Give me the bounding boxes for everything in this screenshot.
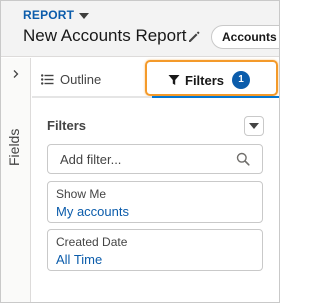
filter-label: Created Date <box>56 235 128 249</box>
chevron-right-icon[interactable] <box>11 69 21 79</box>
report-header: REPORT New Accounts Report Accounts <box>1 1 279 57</box>
search-icon <box>236 152 250 166</box>
funnel-icon <box>168 75 180 85</box>
caret-down-icon <box>249 123 259 129</box>
filter-card-created-date[interactable]: Created Date All Time <box>47 229 263 271</box>
filters-menu-button[interactable] <box>244 116 264 136</box>
list-icon <box>41 74 54 85</box>
filters-panel: Filters Show Me My accounts Created Date… <box>32 100 279 302</box>
report-builder-window: REPORT New Accounts Report Accounts Fiel… <box>0 0 280 303</box>
caret-down-icon <box>79 12 90 19</box>
report-type-menu[interactable]: REPORT <box>23 8 90 22</box>
fields-rail-label[interactable]: Fields <box>6 86 22 166</box>
add-filter-input[interactable] <box>48 145 234 173</box>
tab-outline-label: Outline <box>60 72 102 87</box>
filter-value: All Time <box>56 252 103 267</box>
active-tab-indicator <box>152 96 279 98</box>
filter-count-badge: 1 <box>232 71 251 89</box>
report-title: New Accounts Report <box>23 26 187 45</box>
panel-tabs: Outline Filters 1 <box>32 58 279 98</box>
tab-filters-label: Filters <box>185 72 225 88</box>
filter-card-show-me[interactable]: Show Me My accounts <box>47 181 263 223</box>
tab-outline[interactable]: Outline <box>41 72 101 87</box>
filter-value: My accounts <box>56 204 129 219</box>
pencil-icon[interactable] <box>187 30 201 44</box>
add-filter-box[interactable] <box>47 144 263 174</box>
fields-rail[interactable]: Fields <box>1 58 31 302</box>
report-type-chip[interactable]: Accounts <box>211 25 279 49</box>
tab-filters[interactable]: Filters 1 <box>168 71 251 89</box>
filter-label: Show Me <box>56 187 107 201</box>
panel-title: Filters <box>47 118 87 133</box>
report-type-label: REPORT <box>23 8 75 22</box>
